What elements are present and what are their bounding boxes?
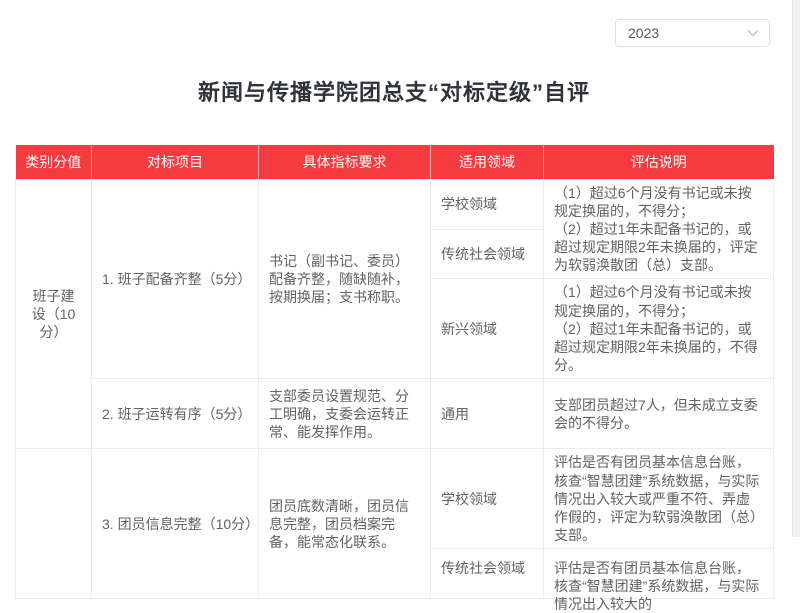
page-title: 新闻与传播学院团总支“对标定级”自评 bbox=[15, 78, 773, 108]
table-row: 2. 班子运转有序（5分） 支部委员设置规范、分工明确，支委会运转正常、能发挥作… bbox=[16, 379, 774, 449]
cell-item2-requirement: 支部委员设置规范、分工明确，支委会运转正常、能发挥作用。 bbox=[259, 379, 431, 449]
cell-category-group2 bbox=[16, 449, 92, 599]
evaluation-table: 类别分值 对标项目 具体指标要求 适用领域 评估说明 班子建设（10分） 1. … bbox=[15, 145, 774, 599]
col-header-category: 类别分值 bbox=[16, 145, 92, 179]
eval-paragraph: （2）超过1年未配备书记的，或超过规定期限2年未换届的，评定为软弱涣散团（总）支… bbox=[554, 220, 763, 275]
cell-item2-domain: 通用 bbox=[431, 379, 544, 449]
cell-item3-domain-social: 传统社会领域 bbox=[431, 549, 544, 599]
cell-item3-eval-school: 评估是否有团员基本信息台账，核查“智慧团建”系统数据，与实际情况出入较大或严重不… bbox=[544, 449, 774, 549]
col-header-evaluation: 评估说明 bbox=[544, 145, 774, 179]
cell-item1-domain-social: 传统社会领域 bbox=[431, 229, 544, 278]
eval-paragraph: （1）超过6个月没有书记或未按规定换届的，不得分； bbox=[554, 184, 763, 220]
eval-paragraph: （1）超过6个月没有书记或未按规定换届的，不得分； bbox=[554, 283, 763, 319]
cell-item1-name: 1. 班子配备齐整（5分） bbox=[92, 179, 259, 379]
cell-category-group1: 班子建设（10分） bbox=[16, 179, 92, 449]
chevron-down-icon bbox=[747, 29, 759, 37]
page: 2023 新闻与传播学院团总支“对标定级”自评 类别分值 对标项目 具体指标要求… bbox=[15, 0, 773, 599]
cell-item3-requirement: 团员底数清晰，团员信息完整，团员档案完备，能常态化联系。 bbox=[259, 449, 431, 599]
domain-label: 传统社会领域 bbox=[441, 559, 533, 589]
cell-item2-eval: 支部团员超过7人，但未成立支委会的不得分。 bbox=[544, 379, 774, 449]
topbar: 2023 bbox=[15, 0, 773, 47]
table-header-row: 类别分值 对标项目 具体指标要求 适用领域 评估说明 bbox=[16, 145, 774, 179]
col-header-project: 对标项目 bbox=[92, 145, 259, 179]
year-select[interactable]: 2023 bbox=[615, 19, 770, 47]
cell-item3-eval-social: 评估是否有团员基本信息台账，核查“智慧团建”系统数据，与实际情况出入较大的 bbox=[544, 549, 774, 599]
cell-item1-requirement: 书记（副书记、委员）配备齐整，随缺随补，按期换届；支书称职。 bbox=[259, 179, 431, 379]
cell-item3-domain-school: 学校领域 bbox=[431, 449, 544, 549]
cell-item1-eval-school-social: （1）超过6个月没有书记或未按规定换届的，不得分； （2）超过1年未配备书记的，… bbox=[544, 179, 774, 279]
eval-paragraph: （2）超过1年未配备书记的，或超过规定期限2年未换届的，不得分。 bbox=[554, 320, 763, 375]
cell-item1-domain-emerging: 新兴领域 bbox=[431, 279, 544, 379]
cell-item1-eval-emerging: （1）超过6个月没有书记或未按规定换届的，不得分； （2）超过1年未配备书记的，… bbox=[544, 279, 774, 379]
col-header-requirement: 具体指标要求 bbox=[259, 145, 431, 179]
table-row: 班子建设（10分） 1. 班子配备齐整（5分） 书记（副书记、委员）配备齐整，随… bbox=[16, 179, 774, 229]
eval-paragraph: 评估是否有团员基本信息台账，核查“智慧团建”系统数据，与实际情况出入较大的 bbox=[554, 559, 763, 589]
table-row: 3. 团员信息完整（10分） 团员底数清晰，团员信息完整，团员档案完备，能常态化… bbox=[16, 449, 774, 549]
scrollbar[interactable] bbox=[792, 0, 800, 537]
cell-item2-name: 2. 班子运转有序（5分） bbox=[92, 379, 259, 449]
cell-item1-domain-school: 学校领域 bbox=[431, 179, 544, 229]
year-select-value: 2023 bbox=[628, 25, 659, 41]
cell-item3-name: 3. 团员信息完整（10分） bbox=[92, 449, 259, 599]
col-header-domain: 适用领域 bbox=[431, 145, 544, 179]
